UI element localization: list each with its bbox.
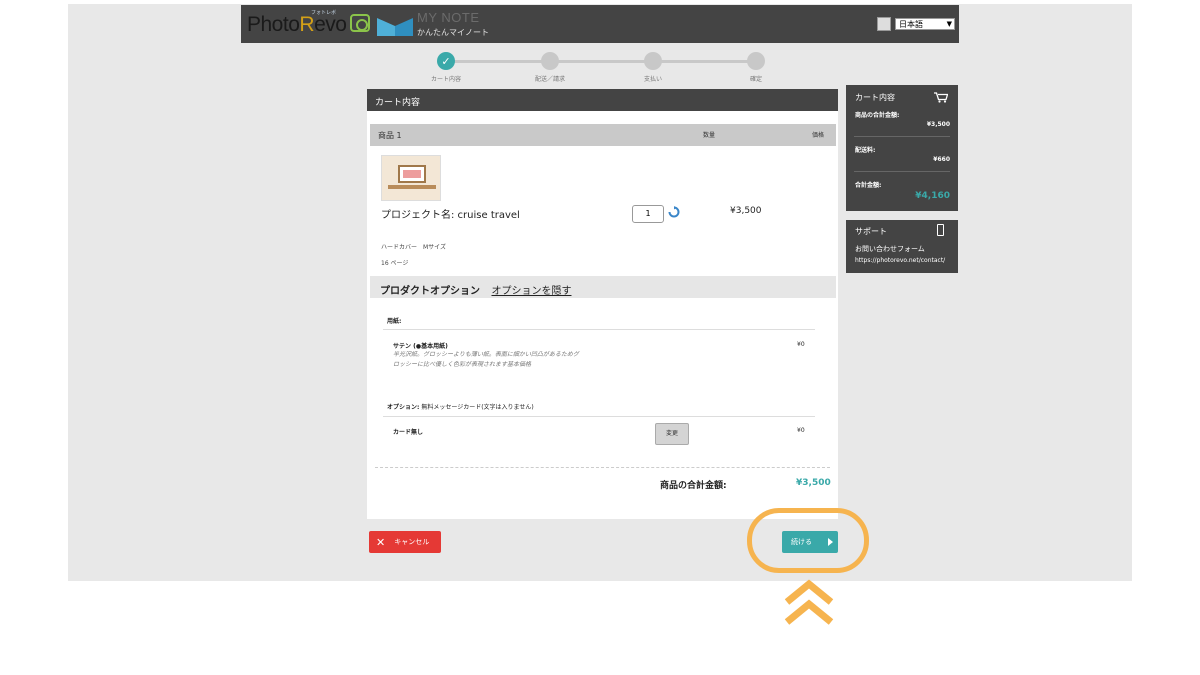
thumbnail-screen	[398, 165, 426, 183]
contact-url[interactable]: https://photorevo.net/contact/	[855, 257, 945, 264]
cancel-button[interactable]: ✕ キャンセル	[369, 531, 441, 553]
cart-title: カート内容	[367, 89, 838, 111]
step-confirm-dot	[747, 52, 765, 70]
thumbnail-base	[388, 185, 436, 189]
hide-options-link[interactable]: オプションを隠す	[491, 286, 571, 297]
photorevo-logo[interactable]: PhotoRevo	[247, 13, 347, 37]
top-header: PhotoRevo フォトレボ MY NOTE かんたんマイノート 日本語 ▼	[241, 5, 959, 43]
highlight-circle	[747, 508, 869, 573]
subtotal-label: 商品の合計金額:	[660, 481, 727, 491]
cart-icon	[934, 92, 948, 103]
step-cart-dot: ✓	[437, 52, 455, 70]
step-payment-dot	[644, 52, 662, 70]
support-title: サポート	[855, 227, 887, 236]
cart-panel: カート内容 商品 1 数量 価格 プロジェクト名: cruise travel …	[367, 89, 838, 519]
option-label: オプション: 無料メッセージカード(文字は入りません)	[387, 404, 534, 411]
close-icon: ✕	[376, 535, 386, 549]
product-thumbnail[interactable]	[381, 155, 441, 201]
card-option-name: カード無し	[393, 429, 424, 436]
item-price: ¥3,500	[730, 206, 762, 216]
mynote-subtitle: かんたんマイノート	[417, 28, 489, 37]
paper-option-description: 半光沢紙。グロッシーよりも薄い紙。表面に細かい凹凸があるためグロッシーに比べ優し…	[393, 351, 579, 368]
language-select[interactable]: 日本語 ▼	[895, 18, 955, 30]
qty-column-header: 数量	[703, 132, 716, 139]
summary-total-value: ¥4,160	[915, 191, 950, 201]
change-option-button[interactable]: 変更	[655, 423, 689, 445]
globe-icon	[877, 17, 891, 31]
camera-icon	[350, 14, 370, 32]
cancel-label: キャンセル	[394, 538, 430, 546]
step-label: カート内容	[430, 76, 461, 83]
double-chevron-up-icon	[784, 579, 834, 625]
logo-kana: フォトレボ	[311, 10, 337, 16]
summary-items-value: ¥3,500	[926, 121, 950, 128]
quantity-input[interactable]: 1	[632, 205, 664, 223]
chevron-down-icon: ▼	[946, 20, 952, 28]
summary-total-label: 合計金額:	[855, 182, 882, 189]
mynote-title: MY NOTE	[417, 10, 480, 25]
step-label: 支払い	[643, 76, 662, 83]
check-icon: ✓	[441, 54, 451, 68]
items-header: 商品 1 数量 価格	[370, 124, 836, 146]
dashed-divider	[375, 467, 830, 468]
step-label: 配送／請求	[534, 76, 565, 83]
summary-shipping-label: 配送料:	[855, 147, 876, 154]
pages-info: 16 ページ	[381, 260, 409, 267]
cart-summary: カート内容 商品の合計金額: ¥3,500 配送料: ¥660 合計金額: ¥4…	[846, 85, 958, 211]
summary-title: カート内容	[855, 93, 895, 102]
step-shipping-dot	[541, 52, 559, 70]
card-option-price: ¥0	[797, 427, 805, 434]
language-switcher: 日本語 ▼	[877, 17, 955, 31]
paper-option-price: ¥0	[797, 341, 805, 348]
paper-label: 用紙:	[387, 318, 402, 325]
summary-items-label: 商品の合計金額:	[855, 112, 900, 119]
progress-line	[446, 60, 758, 63]
paper-option-name: サテン (●基本用紙)	[393, 343, 448, 350]
cover-info: ハードカバー Mサイズ	[381, 244, 446, 251]
contact-form-label[interactable]: お問い合わせフォーム	[855, 244, 925, 254]
options-title: プロダクトオプション	[380, 286, 480, 297]
project-name: プロジェクト名: cruise travel	[381, 210, 520, 221]
checkout-progress: ✓ カート内容 配送／請求 支払い 確定	[430, 52, 770, 83]
refresh-icon[interactable]	[668, 206, 680, 218]
divider	[383, 416, 815, 417]
price-column-header: 価格	[812, 132, 825, 139]
summary-shipping-value: ¥660	[933, 156, 950, 163]
summary-divider	[854, 136, 950, 137]
divider	[383, 329, 815, 330]
product-options-header: プロダクトオプション オプションを隠す	[370, 276, 836, 298]
subtotal-value: ¥3,500	[796, 478, 831, 488]
phone-icon	[937, 224, 944, 236]
mynote-book-icon	[377, 18, 413, 36]
summary-divider	[854, 171, 950, 172]
step-label: 確定	[749, 76, 762, 83]
item-column-header: 商品 1	[378, 131, 402, 140]
support-panel: サポート お問い合わせフォーム https://photorevo.net/co…	[846, 220, 958, 273]
